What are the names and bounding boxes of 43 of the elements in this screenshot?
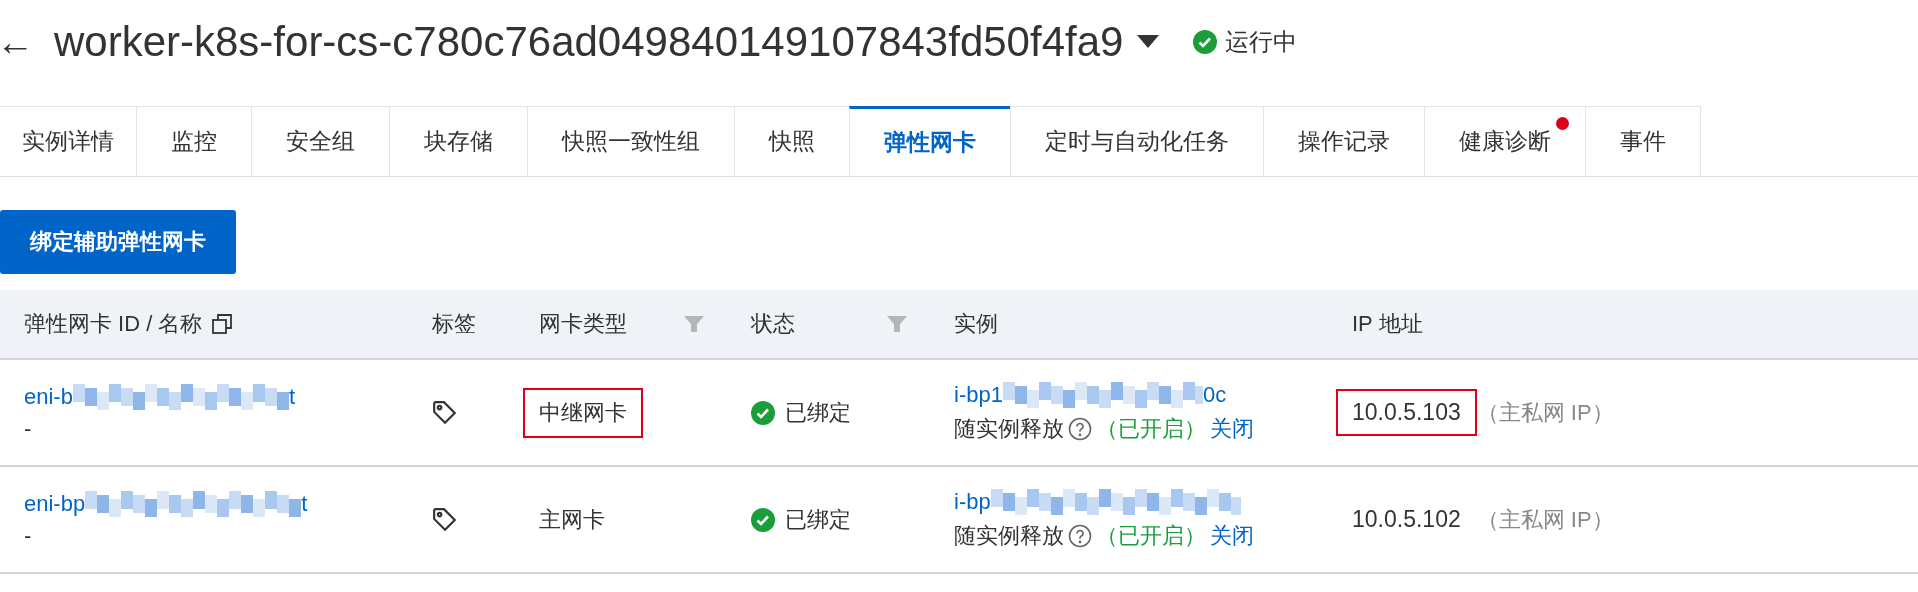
tag-icon[interactable] [432,506,458,533]
copy-icon[interactable] [212,314,233,334]
caret-icon[interactable] [1137,35,1160,49]
status-icon [1193,30,1218,54]
eni-id-link[interactable]: eni-b [24,383,73,410]
eni-id-link[interactable]: t [301,490,308,517]
column-header: 弹性网卡 ID / 名称 [24,310,203,338]
release-label: 随实例释放 [954,521,1064,550]
ip-address: 10.0.5.102 [1351,505,1462,534]
bound-icon [751,507,775,532]
bound-icon [751,400,775,425]
tag-icon[interactable] [432,399,458,426]
column-header: 网卡类型 [539,310,627,338]
instance-link[interactable]: 0c [1202,381,1227,408]
column-header: 实例 [954,310,998,338]
nic-type: 中继网卡 [523,387,643,438]
page-title: worker-k8s-for-cs-c780c76ad049840149107843fd50f4fa9 [54,18,1124,66]
bind-button[interactable]: 绑定辅助弹性网卡 [0,210,236,274]
eni-name: - [24,522,33,549]
column-header: IP 地址 [1352,310,1423,338]
status-text: 已绑定 [785,505,851,534]
column-header: 状态 [751,310,795,338]
eni-name: - [24,415,33,442]
status-text: 已绑定 [785,398,851,427]
instance-link[interactable]: i-bp [954,488,991,515]
back-button[interactable]: ← [0,20,34,64]
eni-id-link[interactable]: eni-bp [24,490,86,517]
disable-link[interactable]: 关闭 [1210,520,1254,551]
ip-address: 10.0.5.103 [1336,389,1477,436]
help-icon[interactable] [1068,416,1092,441]
column-header: 标签 [432,310,476,338]
disable-link[interactable]: 关闭 [1210,413,1254,444]
release-state: （已开启） [1096,521,1206,550]
ip-note: （主私网 IP） [1476,398,1614,427]
release-state: （已开启） [1096,414,1206,443]
status-text: 运行中 [1225,27,1298,57]
instance-link[interactable]: i-bp1 [954,381,1003,408]
nic-type: 主网卡 [538,505,606,534]
eni-id-link[interactable]: t [288,383,296,410]
ip-note: （主私网 IP） [1476,505,1614,534]
help-icon[interactable] [1068,523,1092,548]
release-label: 随实例释放 [954,414,1064,443]
tab[interactable]: 事件 [1585,106,1701,176]
